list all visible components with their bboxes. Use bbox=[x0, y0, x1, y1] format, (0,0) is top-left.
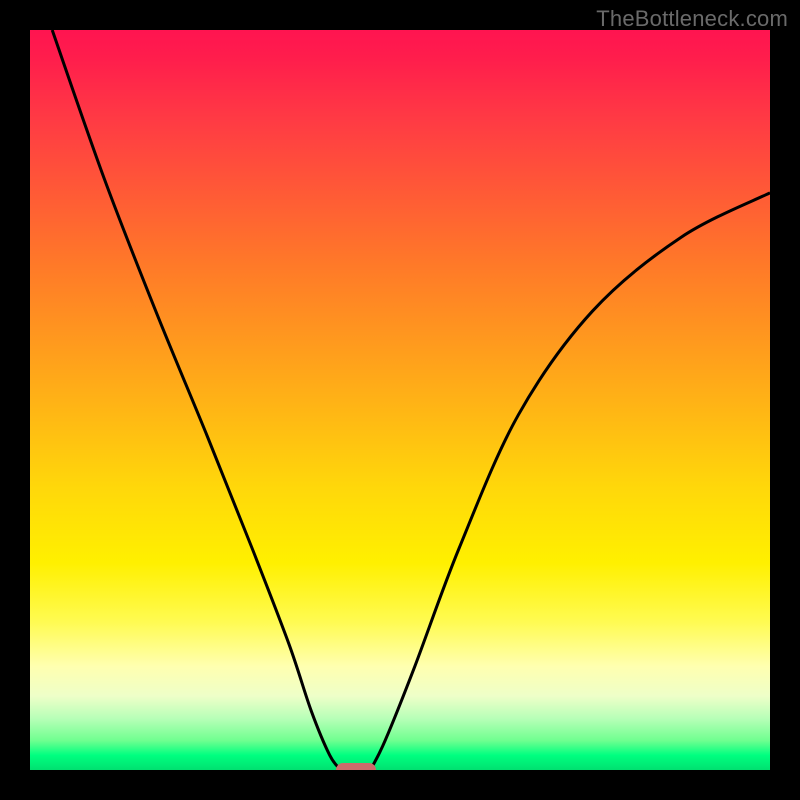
min-marker bbox=[336, 763, 376, 770]
chart-plot-area bbox=[30, 30, 770, 770]
watermark-text: TheBottleneck.com bbox=[596, 6, 788, 32]
curves-svg bbox=[30, 30, 770, 770]
left-curve bbox=[52, 30, 341, 770]
right-curve bbox=[370, 193, 770, 770]
